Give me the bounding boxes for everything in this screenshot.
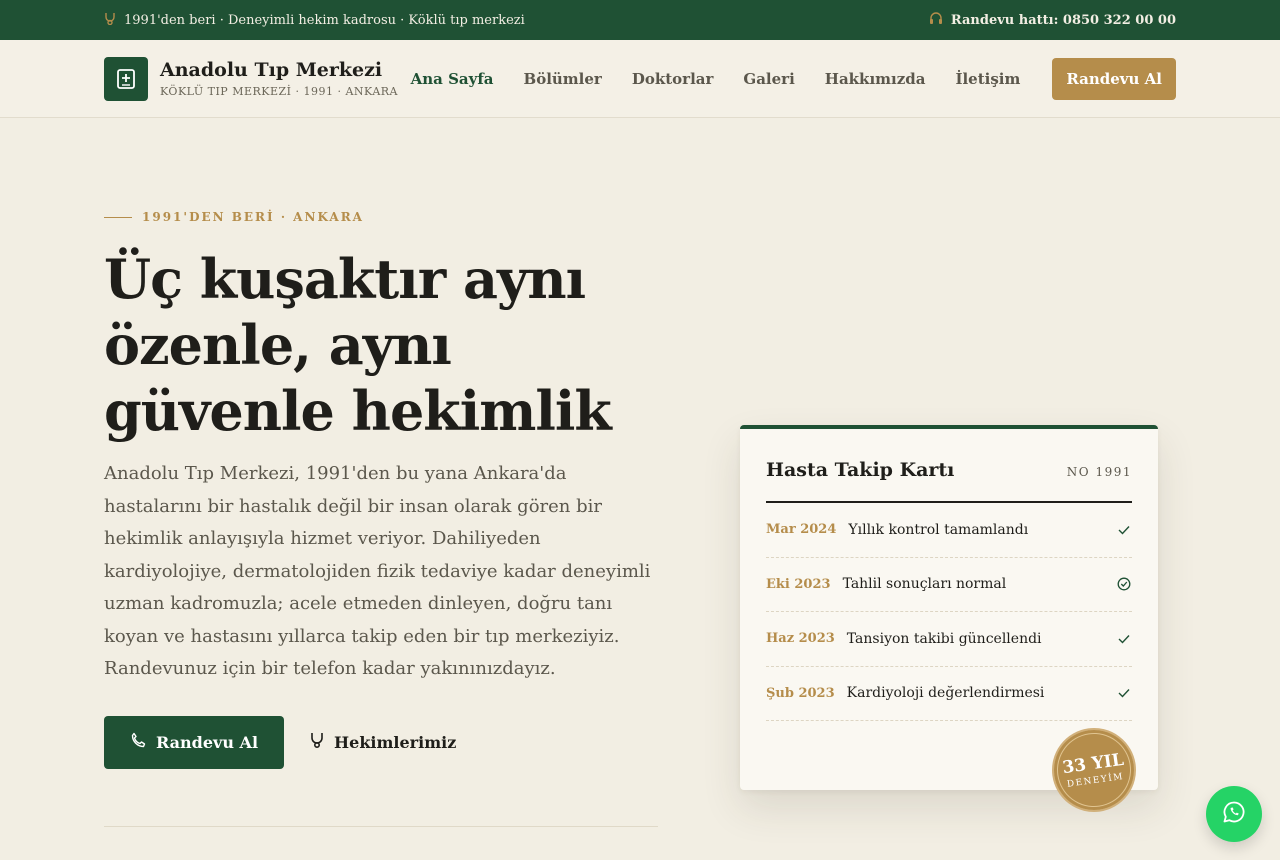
row-text: Yıllık kontrol tamamlandı: [848, 521, 1029, 538]
hero-lead: Anadolu Tıp Merkezi, 1991'den bu yana An…: [104, 463, 651, 679]
hero-actions: Randevu Al Hekimlerimiz: [104, 715, 664, 769]
hero-headline: Üç kuşaktır aynı özenle, aynı güvenle he…: [104, 247, 612, 443]
row-date: Haz 2023: [766, 631, 835, 647]
nav-item-about[interactable]: Hakkımızda: [825, 70, 926, 88]
hero-appointment-button[interactable]: Randevu Al: [104, 715, 285, 769]
stethoscope-icon: [310, 732, 324, 752]
phone-icon: [130, 732, 146, 752]
brand-name: Anadolu Tıp Merkezi: [160, 59, 383, 81]
hero-section: 1991'DEN BERİ · ANKARA Üç kuşaktır aynı …: [104, 210, 664, 769]
nav-item-contact[interactable]: İletişim: [955, 70, 1020, 88]
nav-item-departments[interactable]: Bölümler: [524, 70, 602, 88]
hero-divider: [104, 826, 658, 827]
nav-item-gallery[interactable]: Galeri: [743, 70, 794, 88]
hero-doctors-link[interactable]: Hekimlerimiz: [310, 732, 456, 752]
main-nav: Ana Sayfa Bölümler Doktorlar Galeri Hakk…: [411, 57, 1176, 100]
stethoscope-icon: [104, 12, 116, 29]
nav-item-doctors[interactable]: Doktorlar: [632, 70, 714, 88]
hero-eyebrow: 1991'DEN BERİ · ANKARA: [104, 210, 664, 224]
row-date: Eki 2023: [766, 576, 831, 592]
headset-icon: [929, 11, 943, 29]
topbar-tagline: 1991'den beri · Deneyimli hekim kadrosu …: [124, 12, 525, 28]
card-row: Eki 2023 Tahlil sonuçları normal: [766, 558, 1132, 612]
top-bar: 1991'den beri · Deneyimli hekim kadrosu …: [0, 0, 1280, 40]
whatsapp-icon: [1222, 800, 1246, 828]
card-title: Hasta Takip Kartı: [766, 459, 955, 481]
card-number: NO 1991: [1066, 465, 1132, 479]
check-circle-icon: [1116, 577, 1132, 591]
row-text: Tahlil sonuçları normal: [842, 576, 1007, 593]
check-icon: [1116, 525, 1132, 535]
clinic-logo-icon: [104, 56, 148, 101]
row-date: Mar 2024: [766, 522, 837, 538]
row-text: Kardiyoloji değerlendirmesi: [846, 685, 1045, 702]
whatsapp-button[interactable]: [1206, 786, 1262, 842]
card-row: Şub 2023 Kardiyoloji değerlendirmesi: [766, 667, 1132, 721]
brand-subtitle: KÖKLÜ TIP MERKEZİ · 1991 · ANKARA: [160, 85, 399, 98]
row-date: Şub 2023: [766, 685, 835, 701]
check-icon: [1116, 688, 1132, 698]
card-row: Mar 2024 Yıllık kontrol tamamlandı: [766, 503, 1132, 558]
hero-appointment-label: Randevu Al: [156, 732, 259, 752]
eyebrow-text: 1991'DEN BERİ · ANKARA: [142, 210, 364, 224]
hero-doctors-label: Hekimlerimiz: [334, 732, 457, 752]
brand-logo[interactable]: Anadolu Tıp Merkezi KÖKLÜ TIP MERKEZİ · …: [104, 56, 399, 101]
eyebrow-line: [104, 216, 132, 218]
nav-appointment-button[interactable]: Randevu Al: [1052, 57, 1176, 100]
nav-item-home[interactable]: Ana Sayfa: [411, 70, 494, 88]
row-text: Tansiyon takibi güncellendi: [846, 630, 1042, 647]
site-header: Anadolu Tıp Merkezi KÖKLÜ TIP MERKEZİ · …: [0, 40, 1280, 118]
check-icon: [1116, 634, 1132, 644]
card-header: Hasta Takip Kartı NO 1991: [766, 459, 1132, 503]
card-row: Haz 2023 Tansiyon takibi güncellendi: [766, 612, 1132, 667]
topbar-phone[interactable]: Randevu hattı: 0850 322 00 00: [951, 13, 1176, 28]
